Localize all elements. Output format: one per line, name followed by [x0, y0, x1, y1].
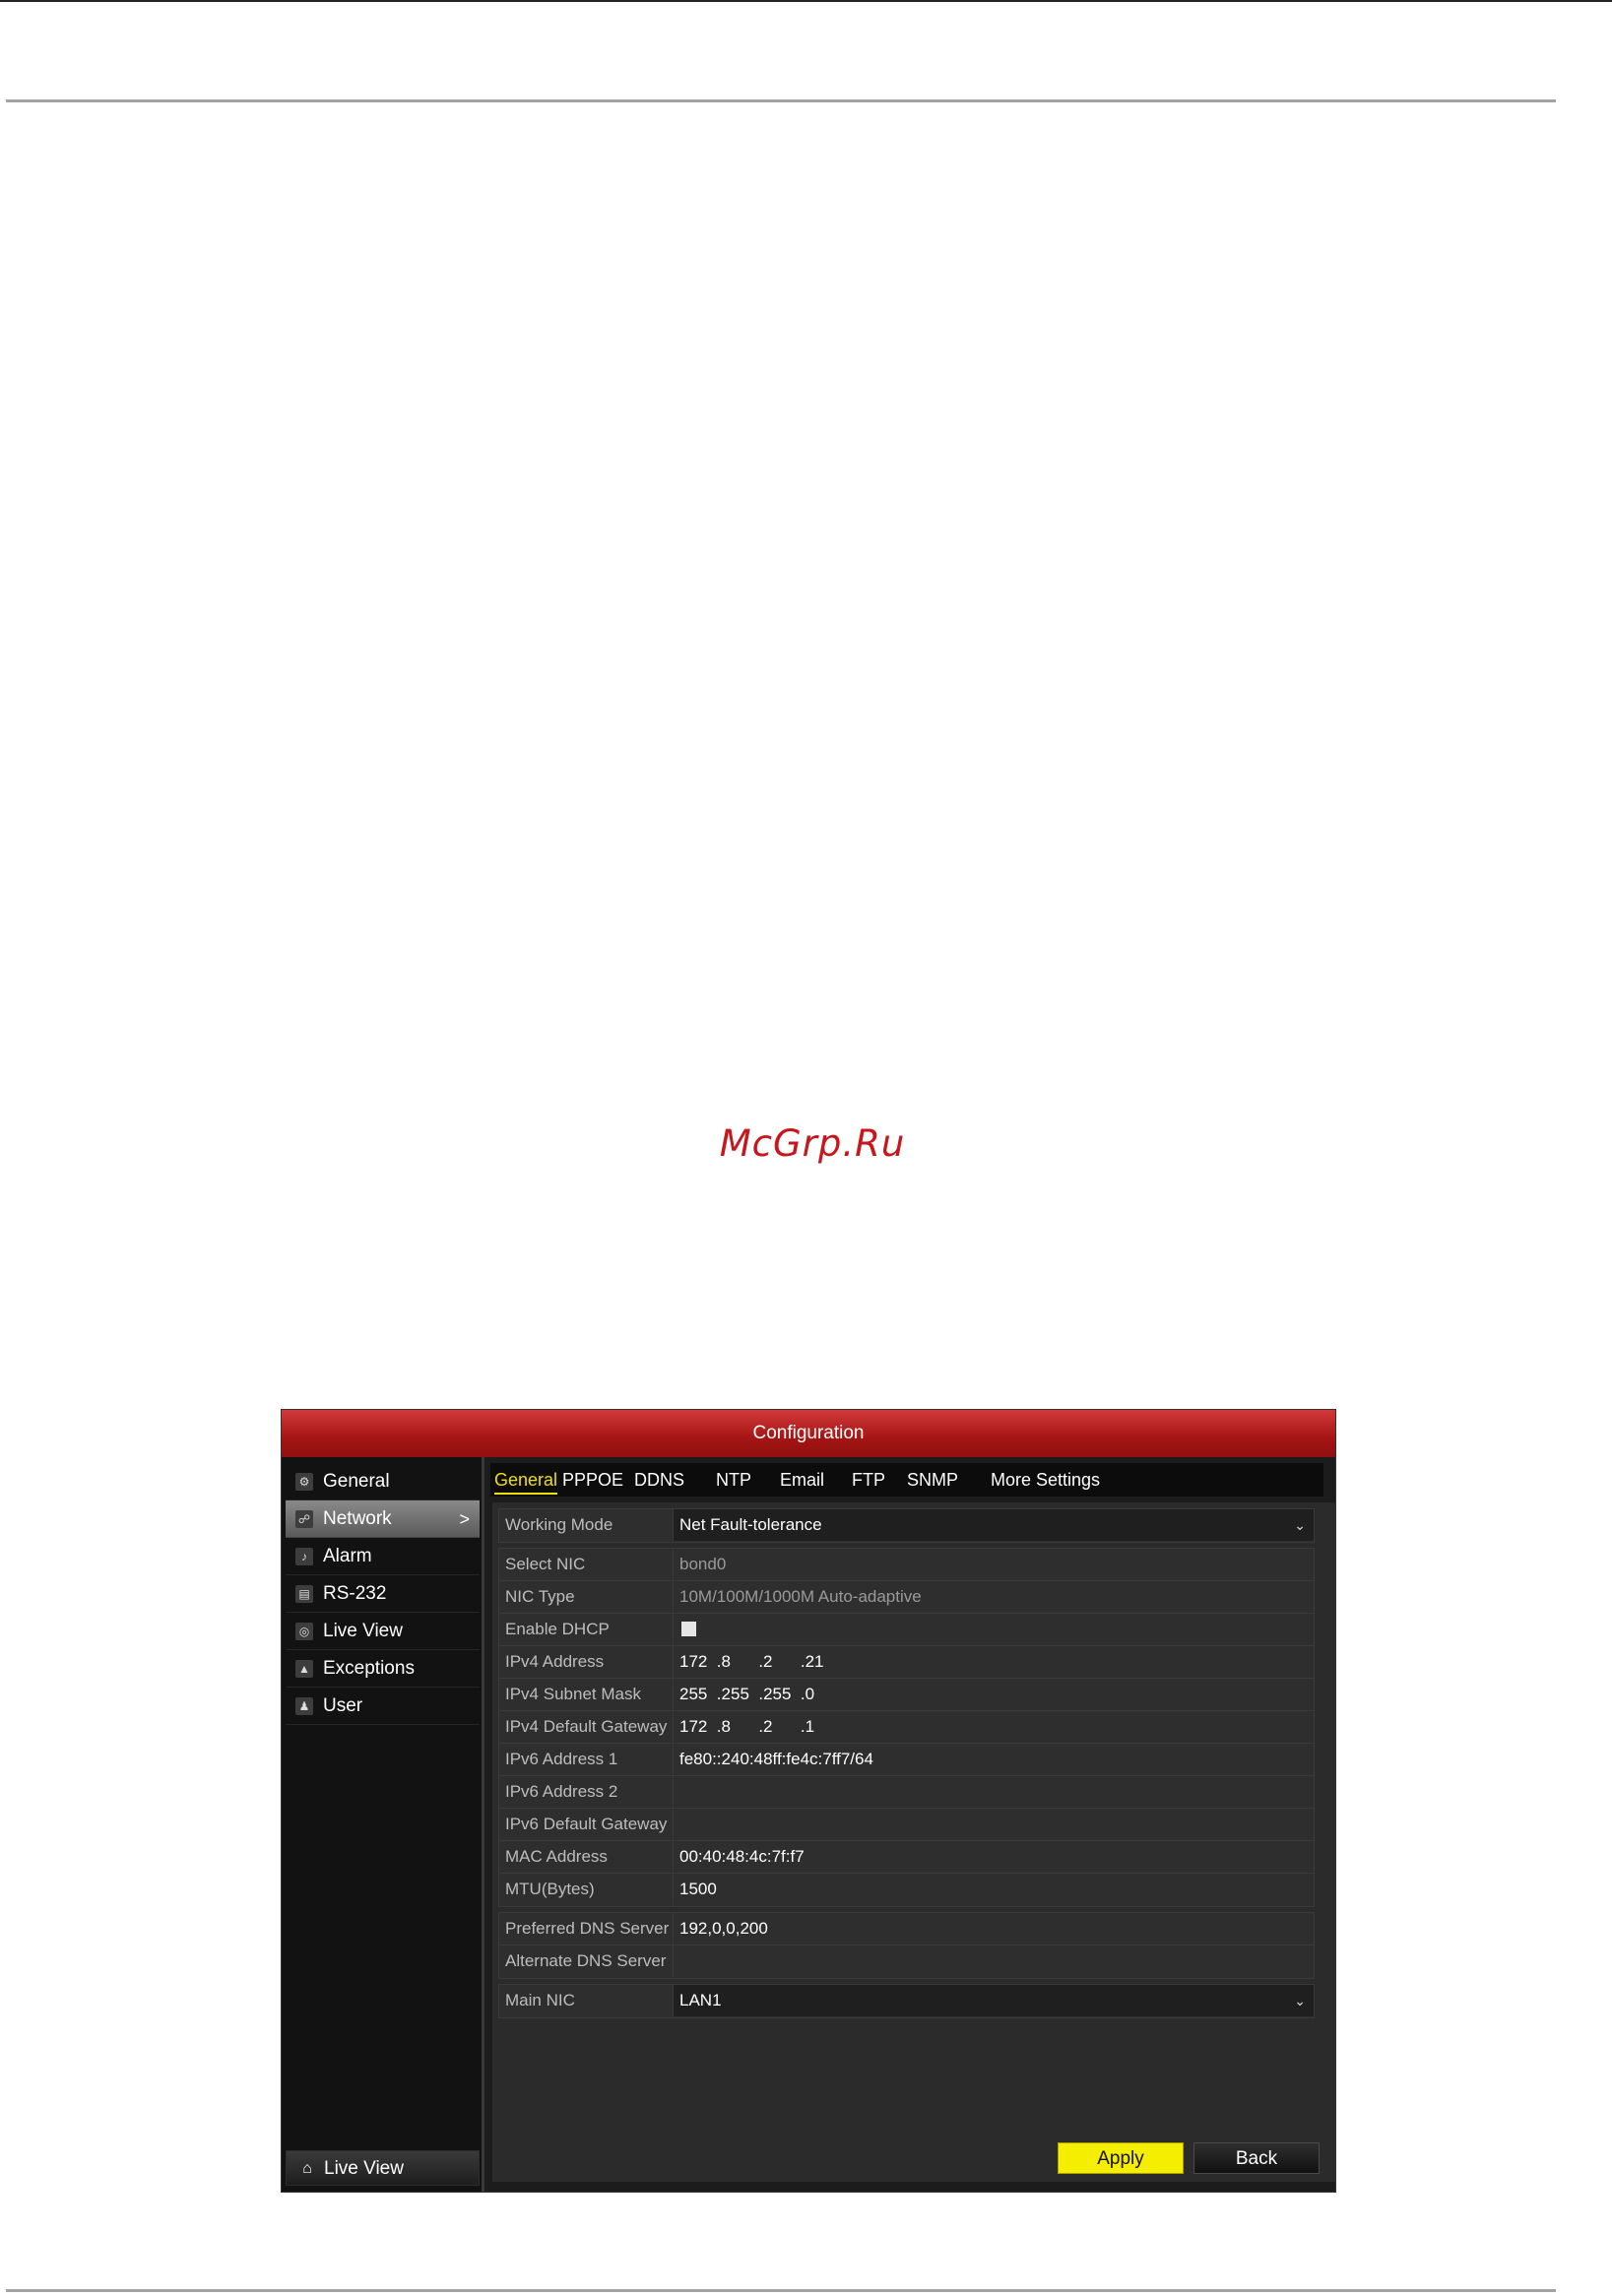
mtu-row: MTU(Bytes) 1500: [499, 1874, 1314, 1906]
sidebar-item-general[interactable]: ⚙ General: [286, 1463, 480, 1500]
gear-icon: ⚙: [295, 1473, 313, 1491]
sidebar-item-user[interactable]: ♟ User: [286, 1688, 480, 1725]
ipv6-address-1-label: IPv6 Address 1: [505, 1750, 618, 1768]
enable-dhcp-checkbox[interactable]: [681, 1622, 696, 1636]
alarm-bell-icon: ♪: [295, 1548, 313, 1565]
working-mode-row: Working Mode Net Fault-tolerance ⌄: [499, 1509, 1314, 1542]
sidebar-item-network[interactable]: ☍ Network >: [286, 1500, 480, 1538]
sidebar-item-label: RS-232: [323, 1583, 387, 1604]
tab-general[interactable]: General: [494, 1463, 558, 1497]
ipv4-subnet-mask-label: IPv4 Subnet Mask: [505, 1685, 641, 1703]
settings-panel: Working Mode Net Fault-tolerance ⌄ Select…: [492, 1502, 1335, 2182]
nic-type-value: 10M/100M/1000M Auto-adaptive: [673, 1581, 1314, 1613]
sidebar-item-label: Live View: [323, 1621, 403, 1641]
sidebar-item-label: Exceptions: [323, 1658, 415, 1679]
tab-pppoe[interactable]: PPPOE: [562, 1463, 623, 1497]
live-view-button[interactable]: ⌂ Live View: [286, 2150, 480, 2186]
ipv6-address-1-row: IPv6 Address 1 fe80::240:48ff:fe4c:7ff7/…: [499, 1744, 1314, 1776]
preferred-dns-label: Preferred DNS Server: [505, 1919, 670, 1938]
mtu-label: MTU(Bytes): [505, 1880, 595, 1898]
mtu-input[interactable]: 1500: [673, 1874, 1314, 1905]
select-nic-row: Select NIC bond0: [499, 1549, 1314, 1581]
select-nic-label: Select NIC: [505, 1555, 586, 1573]
chevron-down-icon: ⌄: [1294, 1993, 1306, 2009]
page-top-edge: [0, 0, 1612, 2]
working-mode-label: Working Mode: [505, 1515, 613, 1534]
sidebar-item-label: Alarm: [323, 1546, 372, 1566]
select-nic-value: bond0: [673, 1549, 1314, 1580]
warning-icon: ▲: [295, 1660, 313, 1678]
working-mode-value: Net Fault-tolerance: [679, 1515, 822, 1534]
home-icon: ⌂: [302, 2160, 312, 2177]
sidebar-item-label: User: [323, 1695, 363, 1716]
tab-ftp[interactable]: FTP: [852, 1463, 885, 1497]
network-icon: ☍: [295, 1510, 313, 1528]
main-nic-select[interactable]: LAN1 ⌄: [673, 1985, 1314, 2016]
ipv4-address-row: IPv4 Address 172 .8 .2 .21: [499, 1646, 1314, 1679]
ipv4-subnet-mask-input[interactable]: 255 .255 .255 .0: [673, 1679, 1314, 1710]
mac-address-value: 00:40:48:4c:7f:f7: [673, 1841, 1314, 1873]
footer-rule: [6, 2289, 1556, 2292]
header-rule: [6, 99, 1556, 102]
alternate-dns-input[interactable]: [673, 1945, 1314, 1977]
sidebar-item-exceptions[interactable]: ▲ Exceptions: [286, 1650, 480, 1688]
tab-bar: General PPPOE DDNS NTP Email FTP SNMP Mo…: [490, 1463, 1323, 1497]
main-nic-value: LAN1: [679, 1991, 722, 2009]
dns-group: Preferred DNS Server 192,0,0,200 Alterna…: [498, 1912, 1315, 1979]
sidebar-item-alarm[interactable]: ♪ Alarm: [286, 1538, 480, 1575]
preferred-dns-row: Preferred DNS Server 192,0,0,200: [499, 1913, 1314, 1945]
working-mode-group: Working Mode Net Fault-tolerance ⌄: [498, 1508, 1315, 1543]
nic-type-row: NIC Type 10M/100M/1000M Auto-adaptive: [499, 1581, 1314, 1614]
nic-type-label: NIC Type: [505, 1587, 575, 1606]
enable-dhcp-label: Enable DHCP: [505, 1620, 610, 1638]
mac-address-row: MAC Address 00:40:48:4c:7f:f7: [499, 1841, 1314, 1874]
sidebar: ⚙ General ☍ Network > ♪ Alarm ▤ RS-232 ◎…: [282, 1457, 484, 2192]
main-nic-label: Main NIC: [505, 1991, 575, 2009]
tab-snmp[interactable]: SNMP: [907, 1463, 958, 1497]
main-nic-row: Main NIC LAN1 ⌄: [499, 1985, 1314, 2017]
ipv6-default-gateway-value: [673, 1809, 1314, 1840]
ipv4-address-label: IPv4 Address: [505, 1652, 605, 1671]
main-nic-group: Main NIC LAN1 ⌄: [498, 1984, 1315, 2018]
nic-details-group: Select NIC bond0 NIC Type 10M/100M/1000M…: [498, 1548, 1315, 1907]
ipv4-default-gateway-label: IPv4 Default Gateway: [505, 1717, 668, 1736]
ipv6-address-1-value: fe80::240:48ff:fe4c:7ff7/64: [673, 1744, 1314, 1775]
tab-ddns[interactable]: DDNS: [634, 1463, 684, 1497]
tab-more-settings[interactable]: More Settings: [991, 1463, 1100, 1497]
ipv6-address-2-row: IPv6 Address 2: [499, 1776, 1314, 1809]
network-settings-content: General PPPOE DDNS NTP Email FTP SNMP Mo…: [484, 1457, 1335, 2192]
chevron-down-icon: ⌄: [1294, 1517, 1306, 1533]
ipv4-default-gateway-input[interactable]: 172 .8 .2 .1: [673, 1711, 1314, 1743]
ipv4-address-input[interactable]: 172 .8 .2 .21: [673, 1646, 1314, 1678]
enable-dhcp-row: Enable DHCP: [499, 1614, 1314, 1646]
ipv6-address-2-value: [673, 1776, 1314, 1808]
preferred-dns-input[interactable]: 192,0,0,200: [673, 1913, 1314, 1945]
configuration-window: Configuration ⚙ General ☍ Network > ♪ Al…: [282, 1410, 1335, 2192]
alternate-dns-row: Alternate DNS Server: [499, 1945, 1314, 1978]
window-title: Configuration: [282, 1410, 1335, 1457]
ipv6-address-2-label: IPv6 Address 2: [505, 1782, 618, 1801]
mac-address-label: MAC Address: [505, 1847, 608, 1866]
sidebar-item-label: General: [323, 1471, 390, 1492]
ipv4-subnet-mask-row: IPv4 Subnet Mask 255 .255 .255 .0: [499, 1679, 1314, 1711]
ipv6-default-gateway-label: IPv6 Default Gateway: [505, 1815, 668, 1833]
chevron-right-icon: >: [459, 1509, 470, 1529]
alternate-dns-label: Alternate DNS Server: [505, 1951, 667, 1970]
watermark-text: McGrp.Ru: [719, 1122, 906, 1165]
sidebar-item-rs232[interactable]: ▤ RS-232: [286, 1575, 480, 1613]
sidebar-item-label: Network: [323, 1508, 392, 1529]
back-button[interactable]: Back: [1193, 2142, 1320, 2174]
live-view-button-label: Live View: [324, 2158, 404, 2179]
serial-port-icon: ▤: [295, 1585, 313, 1603]
tab-ntp[interactable]: NTP: [716, 1463, 751, 1497]
users-icon: ♟: [295, 1697, 313, 1715]
tab-email[interactable]: Email: [780, 1463, 824, 1497]
ipv6-default-gateway-row: IPv6 Default Gateway: [499, 1809, 1314, 1841]
eye-icon: ◎: [295, 1623, 313, 1640]
apply-button[interactable]: Apply: [1058, 2142, 1184, 2174]
ipv4-default-gateway-row: IPv4 Default Gateway 172 .8 .2 .1: [499, 1711, 1314, 1744]
enable-dhcp-cell: [673, 1614, 1314, 1645]
working-mode-select[interactable]: Net Fault-tolerance ⌄: [673, 1509, 1314, 1541]
sidebar-item-live-view[interactable]: ◎ Live View: [286, 1613, 480, 1650]
